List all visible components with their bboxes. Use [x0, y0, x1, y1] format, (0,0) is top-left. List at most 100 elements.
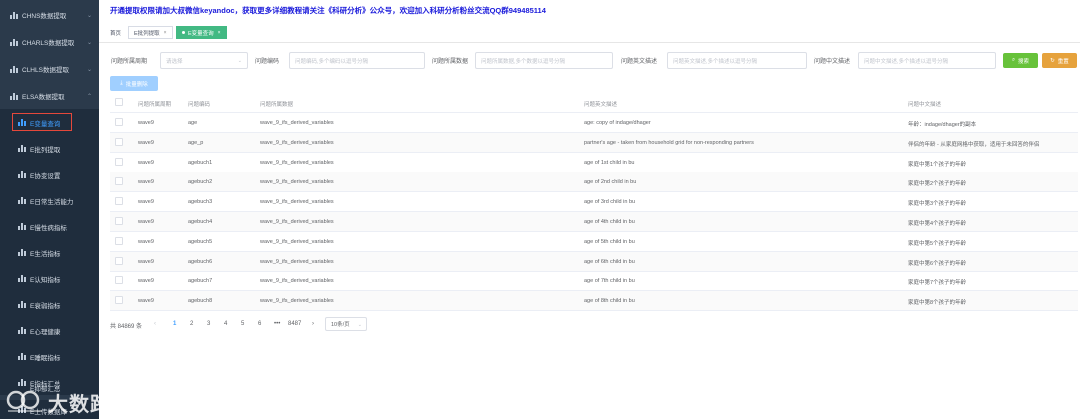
wave-select[interactable]: 请选择 ⌄ [160, 52, 248, 69]
next-page-button[interactable]: › [312, 321, 314, 327]
filter-dataset-label: 问题所属数据 [432, 59, 469, 65]
page-number[interactable]: 4 [224, 321, 227, 327]
sidebar-item-label: E生活指标 [30, 251, 61, 258]
table-cell: 家庭中第6个孩子的年龄 [908, 260, 967, 267]
notice-banner: 开通提取权限请加大叔微信keyandoc，获取更多详细教程请关注《科研分析》公众… [110, 6, 546, 15]
table-cell: agebuch7 [188, 278, 213, 285]
batch-delete-button[interactable]: ⤓ 批量删除 [110, 76, 158, 91]
bar-chart-icon [18, 222, 26, 230]
row-checkbox[interactable] [115, 276, 123, 285]
sidebar-item-batch-extract[interactable]: E批列提取 [0, 135, 99, 161]
active-item-highlight [12, 113, 72, 131]
table-cell: wave_9_ifs_derived_variables [260, 120, 334, 126]
reset-button[interactable]: ↻ 重置 [1042, 53, 1077, 68]
table-cell: 家庭中第3个孩子的年龄 [908, 201, 967, 208]
dataset-input[interactable]: 问题所属数据,多个数据以逗号分隔 [475, 52, 613, 69]
page-number[interactable]: 6 [258, 321, 261, 327]
row-checkbox[interactable] [115, 137, 123, 146]
batch-delete-button-label: 批量删除 [125, 81, 148, 88]
row-checkbox[interactable] [115, 197, 123, 206]
table-cell: 家庭中第2个孩子的年龄 [908, 181, 967, 188]
table-cell: wave9 [138, 120, 154, 126]
sidebar-group-clhls[interactable]: CLHLS数据提取 ⌄ [0, 56, 99, 82]
page-number[interactable]: 3 [207, 321, 210, 327]
en-desc-input[interactable]: 问题英文描述,多个描述以逗号分隔 [667, 52, 807, 69]
table-row[interactable]: wave9 agebuch5 wave_9_ifs_derived_variable… [110, 232, 1078, 252]
pagination: 共 84869 条 ‹ 1 2 3 4 5 6 ••• 8487 › 10条/页… [110, 317, 510, 333]
table-cell: wave_9_ifs_derived_variables [260, 199, 334, 206]
sidebar-item-frailty[interactable]: E衰弱指标 [0, 291, 99, 317]
table-cell: 年龄：indage/dhager的副本 [908, 122, 977, 128]
download-icon: ⤓ [120, 80, 123, 86]
refresh-icon: ↻ [1050, 57, 1055, 64]
sidebar-item-cognition[interactable]: E认知指标 [0, 265, 99, 291]
table-row[interactable]: wave9 agebuch6 wave_9_ifs_derived_variable… [110, 251, 1078, 272]
table-cell: wave_9_ifs_derived_variables [260, 139, 334, 146]
table-cell: agebuch5 [188, 238, 213, 245]
table-cell: wave_9_ifs_derived_variables [260, 298, 334, 305]
code-input-placeholder: 问题编码,多个编码以逗号分隔 [295, 58, 369, 65]
tab-bar: 首页 E批列提取 × E变量查询 × [99, 22, 1080, 43]
cn-desc-input[interactable]: 问题中文描述,多个描述以逗号分隔 [858, 52, 996, 69]
row-checkbox[interactable] [115, 157, 123, 166]
filter-wave-label: 问题所属周期 [111, 59, 148, 65]
sidebar-group-elsa[interactable]: ELSA数据提取 ⌃ [0, 83, 99, 109]
table-row[interactable]: wave9 agebuch2 wave_9_ifs_derived_variable… [110, 172, 1078, 193]
last-page-number[interactable]: 8487 [288, 321, 301, 327]
table-row[interactable]: wave9 agebuch3 wave_9_ifs_derived_variable… [110, 192, 1078, 213]
table-cell: wave9 [138, 199, 154, 206]
watermark-logo-icon [6, 390, 42, 412]
page-number[interactable]: 1 [173, 321, 176, 327]
close-icon[interactable]: × [218, 30, 221, 36]
page-size-value: 10条/页 [331, 322, 350, 328]
sidebar-item-daily-living[interactable]: E日常生活能力 [0, 187, 99, 213]
tab-variable-query[interactable]: E变量查询 × [176, 26, 227, 39]
table-cell: age of 4th child in bu [584, 219, 635, 225]
chevron-down-icon: ⌄ [357, 322, 362, 328]
code-input[interactable]: 问题编码,多个编码以逗号分隔 [289, 52, 425, 69]
tab-label: E批列提取 [134, 30, 160, 37]
page-number[interactable]: 5 [241, 321, 244, 327]
table-cell: age of 6th child in bu [584, 258, 635, 265]
page-size-select[interactable]: 10条/页 ⌄ [325, 317, 367, 331]
row-checkbox[interactable] [115, 256, 123, 265]
sidebar-item-chronic[interactable]: E慢性病指标 [0, 213, 99, 239]
table-cell: wave9 [138, 258, 154, 265]
table-cell: wave9 [138, 159, 154, 166]
sidebar-item-sleep[interactable]: E睡眠指标 [0, 343, 99, 369]
more-pages-ellipsis[interactable]: ••• [274, 321, 280, 327]
bar-chart-icon [10, 65, 18, 73]
bar-chart-icon [18, 144, 26, 152]
close-icon[interactable]: × [164, 30, 167, 36]
dataset-input-placeholder: 问题所属数据,多个数据以逗号分隔 [481, 58, 566, 65]
table-row[interactable]: wave9 agebuch7 wave_9_ifs_derived_variable… [110, 271, 1078, 292]
table-header: 问题所属周期 问题编码 问题所属数据 问题英文描述 问题中文描述 [110, 93, 1078, 113]
row-checkbox[interactable] [115, 236, 123, 245]
row-checkbox[interactable] [115, 177, 123, 186]
sidebar-group-chns[interactable]: CHNS数据提取 ⌄ [0, 2, 99, 28]
table-cell: wave9 [138, 278, 154, 285]
sidebar-item-lifestyle[interactable]: E生活指标 [0, 239, 99, 265]
table-row[interactable]: wave9 age wave_9_ifs_derived_variables age:… [110, 113, 1078, 133]
row-checkbox[interactable] [115, 118, 123, 126]
page-number[interactable]: 2 [190, 321, 193, 327]
select-all-checkbox[interactable] [115, 98, 123, 106]
table-cell: agebuch2 [188, 179, 213, 186]
row-checkbox[interactable] [115, 217, 123, 225]
bar-chart-icon [18, 248, 26, 256]
search-button[interactable]: ⌕ 搜索 [1003, 53, 1038, 68]
tab-batch-extract[interactable]: E批列提取 × [128, 26, 173, 39]
row-checkbox[interactable] [115, 296, 123, 305]
bar-chart-icon [18, 170, 26, 178]
tab-home[interactable]: 首页 [108, 26, 124, 39]
table-cell: agebuch8 [188, 298, 213, 305]
sidebar-item-mental-health[interactable]: E心理健康 [0, 317, 99, 343]
sidebar-item-covariate[interactable]: E协变设置 [0, 161, 99, 187]
table-row[interactable]: wave9 age_p wave_9_ifs_derived_variables pa… [110, 132, 1078, 153]
table-row[interactable]: wave9 agebuch1 wave_9_ifs_derived_variable… [110, 153, 1078, 173]
table-row[interactable]: wave9 agebuch4 wave_9_ifs_derived_variable… [110, 212, 1078, 232]
sidebar-group-charls[interactable]: CHARLS数据提取 ⌄ [0, 29, 99, 55]
prev-page-button[interactable]: ‹ [154, 321, 156, 327]
active-dot-icon [182, 31, 185, 34]
table-row[interactable]: wave9 agebuch8 wave_9_ifs_derived_variable… [110, 291, 1078, 312]
